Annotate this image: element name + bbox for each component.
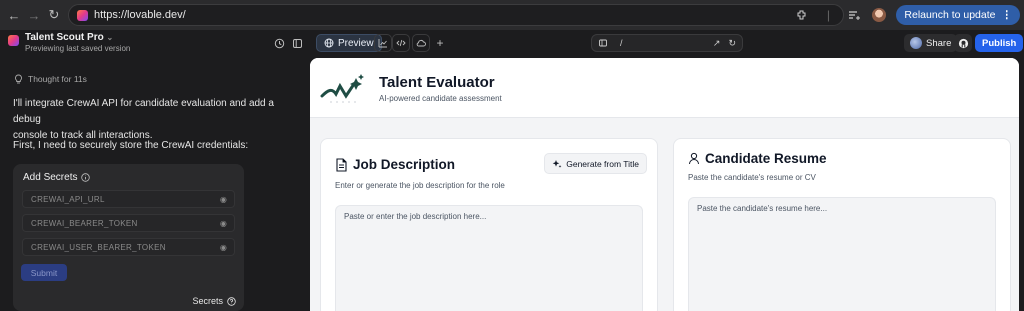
secret-field-label: CREWAI_API_URL xyxy=(31,194,105,204)
secrets-title: Add Secrets xyxy=(23,172,91,183)
publish-button[interactable]: Publish xyxy=(975,34,1024,52)
route-bar[interactable]: / ↗ ↻ xyxy=(591,34,743,52)
eye-icon[interactable]: ◉ xyxy=(219,243,228,252)
project-switcher[interactable]: Talent Scout Pro ⌄ Previewing last saved… xyxy=(8,32,130,53)
add-icon[interactable]: + xyxy=(433,36,447,50)
chat-panel: Thought for 11s I'll integrate CrewAI AP… xyxy=(0,56,308,311)
sparkles-icon xyxy=(552,159,562,168)
share-label: Share xyxy=(926,37,952,49)
sidebar-toggle-icon[interactable] xyxy=(290,36,304,50)
thought-text: Thought for 11s xyxy=(28,74,87,84)
code-icon[interactable] xyxy=(392,34,410,52)
preview-button[interactable]: Preview xyxy=(316,34,382,52)
job-description-heading: Job Description xyxy=(353,157,456,172)
profile-avatar[interactable] xyxy=(872,8,887,22)
candidate-resume-heading: Candidate Resume xyxy=(705,151,827,166)
assistant-message: First, I need to securely store the Crew… xyxy=(13,140,249,151)
secret-field-label: CREWAI_USER_BEARER_TOKEN xyxy=(31,242,166,252)
secrets-footer-label: Secrets xyxy=(192,296,223,306)
secret-field-user-bearer-token[interactable]: CREWAI_USER_BEARER_TOKEN ◉ xyxy=(22,238,235,256)
eye-icon[interactable]: ◉ xyxy=(219,219,228,228)
candidate-resume-card: Candidate Resume Paste the candidate's r… xyxy=(673,138,1011,311)
submit-button[interactable]: Submit xyxy=(21,264,67,281)
user-icon xyxy=(689,152,699,165)
generate-from-title-button[interactable]: Generate from Title xyxy=(544,153,647,174)
analytics-icon[interactable] xyxy=(374,34,392,52)
app-header: Talent Evaluator AI-powered candidate as… xyxy=(310,58,1019,118)
forward-icon[interactable]: → xyxy=(24,5,44,25)
thought-indicator[interactable]: Thought for 11s xyxy=(14,74,87,84)
candidate-resume-title: Candidate Resume xyxy=(688,151,827,166)
lovable-favicon-icon xyxy=(77,9,88,21)
cloud-icon[interactable] xyxy=(412,34,430,52)
job-description-subtitle: Enter or generate the job description fo… xyxy=(335,181,505,190)
job-description-title: Job Description xyxy=(335,157,455,172)
lightbulb-icon xyxy=(15,74,22,84)
add-secrets-card: Add Secrets CREWAI_API_URL ◉ CREWAI_BEAR… xyxy=(13,164,244,311)
collaborator-avatar xyxy=(910,37,922,49)
globe-icon xyxy=(324,38,334,48)
url-text: https://lovable.dev/ xyxy=(94,9,186,21)
project-name: Talent Scout Pro xyxy=(25,32,104,43)
message-line: I'll integrate CrewAI API for candidate … xyxy=(13,98,274,125)
share-button[interactable]: Share xyxy=(904,34,958,52)
info-icon[interactable] xyxy=(81,173,91,182)
open-external-icon[interactable]: ↗ xyxy=(713,38,721,49)
device-icon[interactable] xyxy=(598,38,608,48)
github-icon[interactable] xyxy=(954,34,972,52)
document-icon xyxy=(336,157,347,172)
lovable-logo-icon xyxy=(8,35,19,46)
secret-field-api-url[interactable]: CREWAI_API_URL ◉ xyxy=(22,190,235,208)
candidate-resume-input[interactable]: Paste the candidate's resume here... xyxy=(688,197,996,311)
history-icon[interactable] xyxy=(272,36,286,50)
back-icon[interactable]: ← xyxy=(4,5,24,25)
publish-label: Publish xyxy=(982,37,1017,49)
divider: | xyxy=(826,8,830,22)
assistant-message: I'll integrate CrewAI API for candidate … xyxy=(13,96,293,144)
preview-label: Preview xyxy=(338,37,374,49)
editor-topbar: Talent Scout Pro ⌄ Previewing last saved… xyxy=(0,30,1024,56)
job-description-card: Job Description Generate from Title Ente… xyxy=(320,138,658,311)
more-vertical-icon[interactable]: ⋮ xyxy=(1002,9,1013,21)
relaunch-label: Relaunch to update xyxy=(904,9,996,21)
reload-icon[interactable]: ↻ xyxy=(44,5,64,25)
generate-label: Generate from Title xyxy=(566,158,639,169)
secrets-title-text: Add Secrets xyxy=(23,172,78,183)
tab-search-icon[interactable] xyxy=(846,7,862,23)
job-description-input[interactable]: Paste or enter the job description here.… xyxy=(335,205,643,311)
refresh-icon[interactable]: ↻ xyxy=(728,38,736,49)
candidate-resume-subtitle: Paste the candidate's resume or CV xyxy=(688,173,816,182)
app-preview: Talent Evaluator AI-powered candidate as… xyxy=(310,58,1019,311)
address-bar[interactable]: https://lovable.dev/ xyxy=(68,4,844,26)
project-status: Previewing last saved version xyxy=(25,44,131,53)
secret-field-label: CREWAI_BEARER_TOKEN xyxy=(31,218,138,228)
browser-toolbar: ← → ↻ https://lovable.dev/ | Relaunch to… xyxy=(0,0,1024,30)
preview-gutter xyxy=(1019,56,1024,311)
app-subtitle: AI-powered candidate assessment xyxy=(379,94,502,103)
eye-icon[interactable]: ◉ xyxy=(219,195,228,204)
relaunch-button[interactable]: Relaunch to update ⋮ xyxy=(896,5,1020,25)
chevron-down-icon: ⌄ xyxy=(106,33,114,42)
extensions-icon[interactable] xyxy=(794,7,810,23)
secrets-footer[interactable]: Secrets xyxy=(192,296,236,306)
route-path: / xyxy=(620,38,623,48)
app-logo xyxy=(320,74,364,103)
help-icon[interactable] xyxy=(227,296,236,306)
app-title: Talent Evaluator xyxy=(379,74,495,91)
secret-field-bearer-token[interactable]: CREWAI_BEARER_TOKEN ◉ xyxy=(22,214,235,232)
